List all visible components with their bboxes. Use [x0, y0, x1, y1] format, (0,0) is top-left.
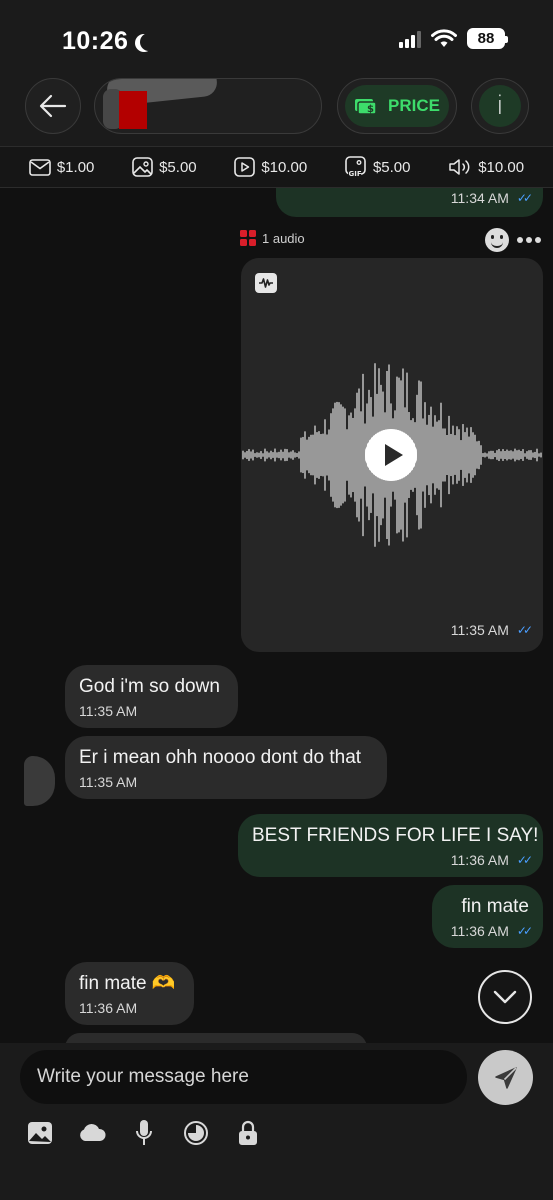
- message-composer: [0, 1043, 553, 1200]
- read-receipt-icon: ✓✓: [516, 191, 533, 205]
- message-bubble-incoming[interactable]: God i'm so down 11:35 AM: [65, 665, 238, 728]
- message-text: Er i mean ohh noooo dont do that: [79, 747, 362, 768]
- lock-price-button[interactable]: [234, 1119, 262, 1147]
- wifi-icon: [431, 29, 457, 47]
- read-receipt-icon: ✓✓: [516, 853, 533, 867]
- price-item-gif[interactable]: GIF $5.00: [345, 156, 411, 178]
- message-meta: 11:36 AM ✓✓: [252, 852, 533, 868]
- price-message-label: $1.00: [56, 158, 95, 176]
- money-icon: $: [355, 99, 377, 115]
- envelope-icon: [29, 158, 51, 176]
- lock-icon: [239, 1120, 257, 1145]
- gif-icon: GIF: [345, 156, 366, 178]
- info-icon: i: [479, 85, 521, 127]
- message-bubble-incoming[interactable]: Er i mean ohh noooo dont do that 11:35 A…: [65, 736, 387, 799]
- message-text: BEST FRIENDS FOR LIFE I SAY!: [252, 825, 539, 846]
- microphone-icon: [136, 1120, 152, 1145]
- signal-icon: [399, 30, 421, 48]
- svg-text:GIF: GIF: [348, 170, 361, 178]
- price-strip: $1.00 $5.00 $10.00 GIF $5.00 $10.00: [0, 146, 553, 188]
- message-time: 11:35 AM: [79, 774, 138, 790]
- message-time: 11:35 AM: [450, 622, 509, 638]
- message-text: fin mate 🫶: [79, 973, 176, 994]
- info-button[interactable]: i: [471, 78, 529, 134]
- emoji-reaction-icon[interactable]: [485, 228, 509, 252]
- message-meta: 11:35 AM: [79, 703, 224, 719]
- voice-record-button[interactable]: [130, 1119, 158, 1147]
- price-label: PRICE: [388, 96, 440, 115]
- play-button[interactable]: [365, 429, 417, 481]
- price-item-video[interactable]: $10.00: [234, 157, 307, 177]
- message-bubble-outgoing[interactable]: fin mate 11:36 AM ✓✓: [432, 885, 543, 948]
- price-button[interactable]: $ PRICE: [337, 78, 457, 134]
- play-icon: [384, 444, 403, 466]
- arrow-left-icon: [39, 94, 67, 118]
- redaction-mark: [119, 91, 147, 129]
- media-grid-icon: [240, 230, 256, 246]
- message-time: 11:36 AM: [79, 1000, 138, 1016]
- cloud-icon: [80, 1124, 106, 1141]
- status-bar: 10:26 88: [0, 0, 553, 80]
- pie-timer-icon: [184, 1121, 208, 1145]
- price-photo-label: $5.00: [159, 158, 197, 176]
- photo-icon: [28, 1122, 52, 1144]
- vault-button[interactable]: [78, 1119, 106, 1147]
- message-input[interactable]: [20, 1050, 467, 1104]
- price-item-message[interactable]: $1.00: [29, 158, 95, 176]
- message-text: fin mate: [461, 896, 529, 917]
- price-item-photo[interactable]: $5.00: [132, 157, 197, 177]
- message-time: 11:34 AM: [450, 190, 509, 206]
- message-meta: 11:34 AM ✓✓: [290, 190, 533, 206]
- read-receipt-icon: ✓✓: [516, 924, 533, 938]
- send-button[interactable]: [478, 1050, 533, 1105]
- message-meta: 11:35 AM ✓✓: [450, 622, 533, 638]
- moon-icon: [140, 33, 158, 51]
- status-time: 10:26: [62, 27, 152, 56]
- audio-count: 1 audio: [240, 230, 305, 246]
- read-receipt-icon: ✓✓: [516, 623, 533, 637]
- chat-header: $ PRICE i: [0, 78, 553, 146]
- price-audio-label: $10.00: [478, 158, 525, 176]
- info-label: i: [496, 91, 504, 121]
- message-text: God i'm so down: [79, 676, 220, 697]
- svg-text:$: $: [367, 104, 374, 115]
- message-meta: 11:36 AM ✓✓: [446, 923, 533, 939]
- scroll-down-button[interactable]: [478, 970, 532, 1024]
- attach-photo-button[interactable]: [26, 1119, 54, 1147]
- message-bubble-partial[interactable]: 11:34 AM ✓✓: [276, 188, 543, 217]
- battery-level: 88: [477, 30, 495, 47]
- audio-header: 1 audio: [240, 228, 545, 252]
- contact-name-pill[interactable]: [94, 78, 322, 134]
- message-bubble-partial-incoming[interactable]: [65, 1033, 367, 1043]
- price-item-audio[interactable]: $10.00: [448, 158, 524, 176]
- message-time: 11:35 AM: [79, 703, 138, 719]
- battery-indicator: 88: [467, 28, 508, 49]
- status-time-text: 10:26: [62, 27, 129, 55]
- photo-icon: [132, 157, 153, 177]
- contact-avatar[interactable]: [24, 756, 55, 806]
- video-icon: [234, 157, 256, 177]
- speaker-icon: [449, 159, 470, 175]
- message-meta: 11:36 AM: [79, 1000, 180, 1016]
- status-icons: 88: [399, 28, 508, 49]
- back-button[interactable]: [25, 78, 81, 134]
- price-video-label: $10.00: [261, 158, 308, 176]
- message-bubble-outgoing[interactable]: BEST FRIENDS FOR LIFE I SAY! 11:36 AM ✓✓: [238, 814, 543, 877]
- send-icon: [494, 1066, 517, 1089]
- price-gif-label: $5.00: [372, 158, 411, 176]
- message-time: 11:36 AM: [450, 923, 509, 939]
- audio-count-label: 1 audio: [262, 230, 305, 246]
- price-button-inner: $ PRICE: [345, 85, 449, 127]
- chevron-down-icon: [493, 990, 517, 1004]
- more-options-icon[interactable]: [517, 237, 541, 243]
- composer-toolbar: [26, 1119, 262, 1147]
- message-bubble-incoming[interactable]: fin mate 🫶 11:36 AM: [65, 962, 194, 1025]
- chat-thread[interactable]: 11:34 AM ✓✓ 1 audio 11:35 AM ✓✓ God i'm …: [0, 188, 553, 1043]
- audio-actions: [485, 228, 541, 252]
- message-time: 11:36 AM: [450, 852, 509, 868]
- message-meta: 11:35 AM: [79, 774, 373, 790]
- schedule-button[interactable]: [182, 1119, 210, 1147]
- audio-message[interactable]: 11:35 AM ✓✓: [241, 258, 543, 652]
